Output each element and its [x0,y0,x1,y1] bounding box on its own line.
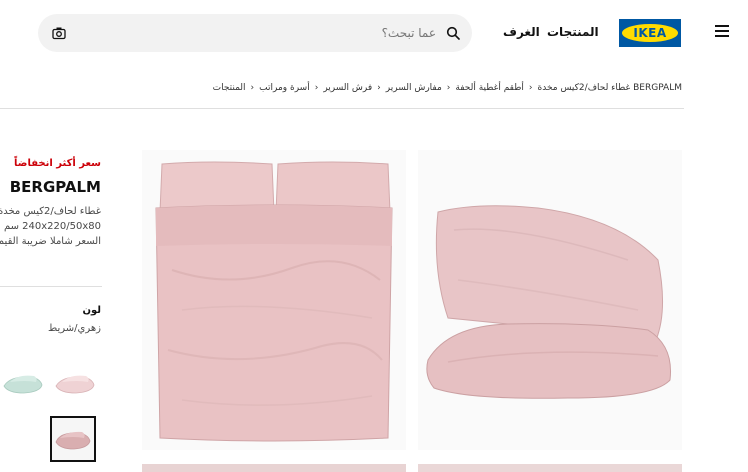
logo-text: IKEA [633,26,667,40]
breadcrumb-item[interactable]: أسرة ومراتب [259,83,310,93]
thumbnail-strip-left [142,464,406,472]
search-input[interactable]: عما تبحث؟ [382,26,436,40]
selected-color-value: زهري/شريط [48,323,101,334]
search-bar[interactable]: عما تبحث؟ [38,14,472,52]
duvet-image [142,150,406,450]
thumbnail-strip-right [418,464,682,472]
pillow-image [418,150,682,450]
nav-products-link[interactable]: المنتجات [547,25,599,39]
breadcrumb: المنتجات ‹ أسرة ومراتب ‹ فرش السرير ‹ مف… [213,83,682,93]
chevron-left-icon: ‹ [377,83,381,93]
chevron-left-icon: ‹ [314,83,319,93]
breadcrumb-item[interactable]: أطقم أغطية ألحفة [455,83,524,93]
breadcrumb-current: BERGPALM غطاء لحاف/2كيس مخدة [537,83,682,93]
color-swatch-pink[interactable] [52,360,98,406]
product-image-bed-set[interactable] [142,150,406,450]
search-icon[interactable] [446,26,460,40]
info-divider [0,286,102,287]
color-swatch-green[interactable] [0,360,46,406]
description-line: السعر شاملا ضريبة القيمة [0,236,101,247]
chevron-left-icon: ‹ [528,83,533,93]
header-divider [0,108,684,109]
product-image-pillows[interactable] [418,150,682,450]
ikea-logo[interactable]: IKEA [619,19,681,47]
site-header: IKEA المنتجات الغرف عما تبحث؟ [0,0,748,66]
description-line: غطاء لحاف/2كيس مخدة، [0,206,101,217]
hamburger-menu-icon[interactable] [715,25,729,37]
breadcrumb-item[interactable]: مفارش السرير [386,83,442,93]
color-swatch-selected[interactable] [50,416,96,462]
camera-search-icon[interactable] [52,26,66,40]
lower-price-badge: سعر أكثر انخفاضاً [14,158,101,169]
color-heading: لون [82,305,101,316]
breadcrumb-item[interactable]: فرش السرير [323,83,372,93]
chevron-left-icon: ‹ [250,83,255,93]
product-description: غطاء لحاف/2كيس مخدة، 240x220/50x80 سم ال… [0,204,101,249]
chevron-left-icon: ‹ [446,83,451,93]
description-line: 240x220/50x80 سم [3,221,101,232]
nav-rooms-link[interactable]: الغرف [503,25,540,39]
breadcrumb-item[interactable]: المنتجات [213,83,246,93]
product-name: BERGPALM [9,178,101,196]
pink-stripe-swatch-image [52,418,94,460]
